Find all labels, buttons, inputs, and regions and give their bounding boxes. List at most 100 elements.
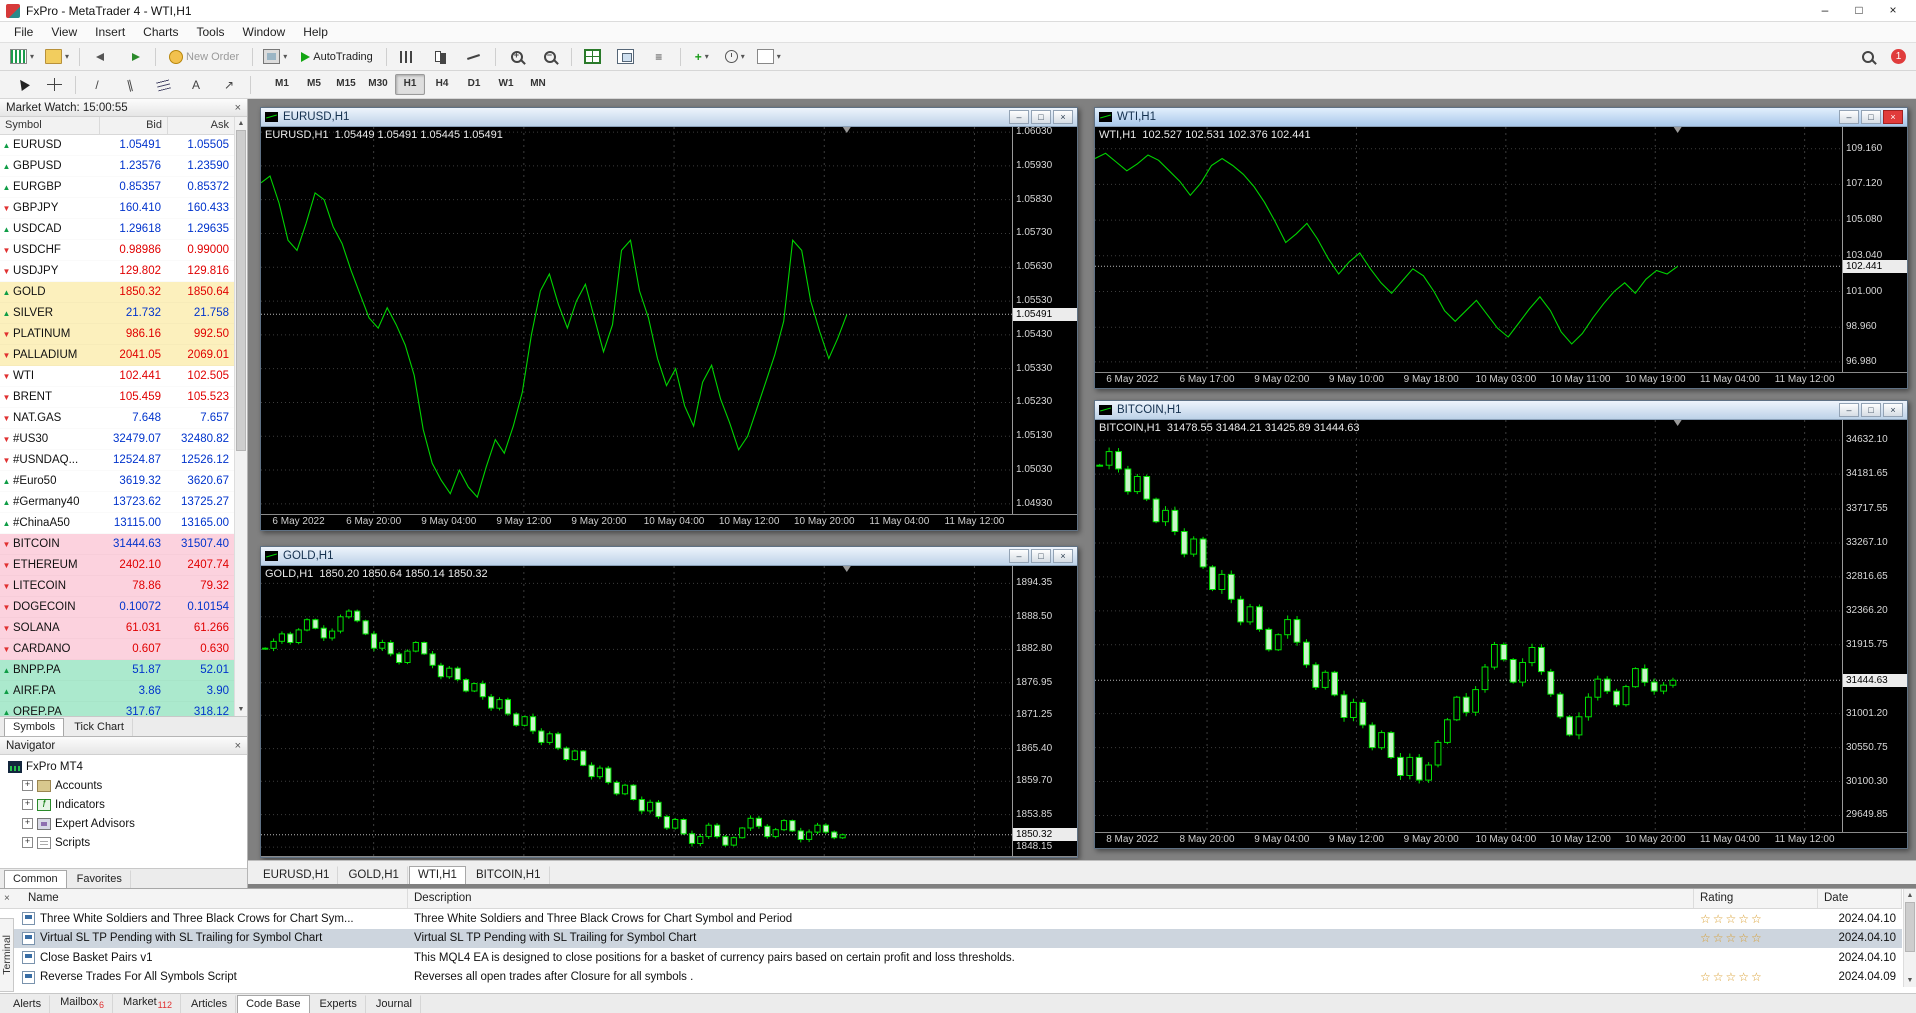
market-watch-row[interactable]: ▼CARDANO0.6070.630 xyxy=(0,639,234,660)
menu-insert[interactable]: Insert xyxy=(87,23,133,41)
bar-chart-button[interactable] xyxy=(393,46,423,68)
search-button[interactable] xyxy=(1853,46,1883,68)
chart-price-axis[interactable]: 109.160107.120105.080103.040101.00098.96… xyxy=(1843,127,1907,372)
chart-restore-button[interactable]: □ xyxy=(1861,403,1881,417)
market-watch-row[interactable]: ▼USDJPY129.802129.816 xyxy=(0,261,234,282)
timeframe-h1[interactable]: H1 xyxy=(395,74,425,95)
codebase-row[interactable]: Three White Soldiers and Three Black Cro… xyxy=(0,909,1902,929)
timeframe-w1[interactable]: W1 xyxy=(491,74,521,95)
chart-tab-gold-h1[interactable]: GOLD,H1 xyxy=(339,866,408,884)
periods-button[interactable]: ▾ xyxy=(720,46,750,68)
chart-window-titlebar[interactable]: EURUSD,H1 – □ × xyxy=(261,108,1077,127)
expand-icon[interactable]: + xyxy=(22,780,33,791)
chart-plot[interactable]: GOLD,H1 1850.20 1850.64 1850.14 1850.32 xyxy=(261,566,1013,856)
text-tool-button[interactable]: A xyxy=(181,74,211,96)
tile-windows-button[interactable] xyxy=(578,46,608,68)
zoom-out-button[interactable]: − xyxy=(535,46,565,68)
chart-close-button[interactable]: × xyxy=(1053,549,1073,563)
chart-minimize-button[interactable]: – xyxy=(1009,549,1029,563)
timeframe-m30[interactable]: M30 xyxy=(363,74,393,95)
column-header-rating[interactable]: Rating xyxy=(1694,889,1818,908)
navigator-root[interactable]: FxPro MT4 xyxy=(0,757,247,776)
market-watch-row[interactable]: ▼#US3032479.0732480.82 xyxy=(0,429,234,450)
market-watch-row[interactable]: ▲GOLD1850.321850.64 xyxy=(0,282,234,303)
market-watch-scrollbar[interactable]: ▲ ▼ xyxy=(234,117,247,716)
navigator-item-accounts[interactable]: +Accounts xyxy=(0,776,247,795)
codebase-row[interactable]: Close Basket Pairs v1This MQL4 EA is des… xyxy=(0,948,1902,968)
timeframe-d1[interactable]: D1 xyxy=(459,74,489,95)
column-header-symbol[interactable]: Symbol xyxy=(0,117,100,134)
menu-window[interactable]: Window xyxy=(235,23,294,41)
chart-close-button[interactable]: × xyxy=(1883,110,1903,124)
chart-price-axis[interactable]: 34632.1034181.6533717.5533267.1032816.65… xyxy=(1843,420,1907,832)
expand-icon[interactable]: + xyxy=(22,799,33,810)
market-watch-row[interactable]: ▼ETHEREUM2402.102407.74 xyxy=(0,555,234,576)
chart-time-axis[interactable]: 6 May 20226 May 17:009 May 02:009 May 10… xyxy=(1095,372,1843,387)
column-header-date[interactable]: Date xyxy=(1818,889,1902,908)
crosshair-tool-button[interactable] xyxy=(39,74,69,96)
chart-minimize-button[interactable]: – xyxy=(1839,403,1859,417)
menu-file[interactable]: File xyxy=(6,23,41,41)
chart-tab-wti-h1[interactable]: WTI,H1 xyxy=(409,866,466,884)
market-watch-row[interactable]: ▲#ChinaA5013115.0013165.00 xyxy=(0,513,234,534)
channel-tool-button[interactable]: ∥ xyxy=(115,74,145,96)
column-header-bid[interactable]: Bid xyxy=(100,117,168,134)
market-watch-row[interactable]: ▼SOLANA61.03161.266 xyxy=(0,618,234,639)
market-watch-row[interactable]: ▼NAT.GAS7.6487.657 xyxy=(0,408,234,429)
expand-icon[interactable]: + xyxy=(22,837,33,848)
timeframe-m5[interactable]: M5 xyxy=(299,74,329,95)
market-watch-row[interactable]: ▼USDCHF0.989860.99000 xyxy=(0,240,234,261)
codebase-row[interactable]: Reverse Trades For All Symbols ScriptRev… xyxy=(0,968,1902,988)
menu-charts[interactable]: Charts xyxy=(135,23,186,41)
cascade-windows-button[interactable] xyxy=(611,46,641,68)
new-order-button[interactable]: New Order xyxy=(162,46,246,68)
terminal-tab-experts[interactable]: Experts xyxy=(311,995,366,1013)
chart-restore-button[interactable]: □ xyxy=(1031,110,1051,124)
minimize-button[interactable]: – xyxy=(1808,0,1842,21)
menu-view[interactable]: View xyxy=(43,23,85,41)
terminal-tab-journal[interactable]: Journal xyxy=(367,995,421,1013)
scroll-down-icon[interactable]: ▼ xyxy=(1904,974,1916,987)
line-chart-button[interactable] xyxy=(459,46,489,68)
terminal-tab-alerts[interactable]: Alerts xyxy=(4,995,50,1013)
navigator-tab-favorites[interactable]: Favorites xyxy=(68,870,131,888)
chart-window-titlebar[interactable]: GOLD,H1 – □ × xyxy=(261,547,1077,566)
market-watch-row[interactable]: ▼#USNDAQ...12524.8712526.12 xyxy=(0,450,234,471)
fibonacci-tool-button[interactable] xyxy=(148,74,178,96)
arrange-icons-button[interactable]: ≡ xyxy=(644,46,674,68)
chart-window-titlebar[interactable]: WTI,H1 – □ × xyxy=(1095,108,1907,127)
trendline-tool-button[interactable]: / xyxy=(82,74,112,96)
market-watch-row[interactable]: ▲USDCAD1.296181.29635 xyxy=(0,219,234,240)
market-watch-row[interactable]: ▲GBPUSD1.235761.23590 xyxy=(0,156,234,177)
market-watch-row[interactable]: ▼GBPJPY160.410160.433 xyxy=(0,198,234,219)
indicators-button[interactable]: +▾ xyxy=(687,46,717,68)
column-header-description[interactable]: Description xyxy=(408,889,1694,908)
close-icon[interactable]: × xyxy=(235,102,241,114)
terminal-scrollbar[interactable]: ▲ ▼ xyxy=(1903,889,1916,987)
terminal-tab-mailbox[interactable]: Mailbox6 xyxy=(51,993,113,1013)
market-watch-row[interactable]: ▲AIRF.PA3.863.90 xyxy=(0,681,234,702)
cursor-tool-button[interactable] xyxy=(6,74,36,96)
scroll-up-icon[interactable]: ▲ xyxy=(1904,889,1916,902)
scroll-up-icon[interactable]: ▲ xyxy=(235,117,247,130)
terminal-close-icon[interactable]: × xyxy=(4,893,10,904)
chart-window-titlebar[interactable]: BITCOIN,H1 – □ × xyxy=(1095,401,1907,420)
expand-icon[interactable]: + xyxy=(22,818,33,829)
market-watch-titlebar[interactable]: Market Watch: 15:00:55 × xyxy=(0,99,247,117)
market-watch-row[interactable]: ▲#Euro503619.323620.67 xyxy=(0,471,234,492)
navigator-tab-common[interactable]: Common xyxy=(4,870,67,888)
market-watch-row[interactable]: ▲BNPP.PA51.8752.01 xyxy=(0,660,234,681)
new-chart-button[interactable]: ▾ xyxy=(6,46,38,68)
chart-close-button[interactable]: × xyxy=(1053,110,1073,124)
menu-tools[interactable]: Tools xyxy=(189,23,233,41)
terminal-side-tab[interactable]: Terminal xyxy=(0,918,14,992)
chart-shift-toggle[interactable] xyxy=(86,46,116,68)
chart-restore-button[interactable]: □ xyxy=(1861,110,1881,124)
close-button[interactable]: × xyxy=(1876,0,1910,21)
navigator-item-indicators[interactable]: +fIndicators xyxy=(0,795,247,814)
arrows-tool-button[interactable]: ↗ xyxy=(214,74,244,96)
chart-time-axis[interactable] xyxy=(261,856,1013,857)
templates-button[interactable]: ▾ xyxy=(753,46,785,68)
codebase-row[interactable]: Virtual SL TP Pending with SL Trailing f… xyxy=(0,929,1902,949)
column-header-name[interactable]: Name xyxy=(22,889,408,908)
